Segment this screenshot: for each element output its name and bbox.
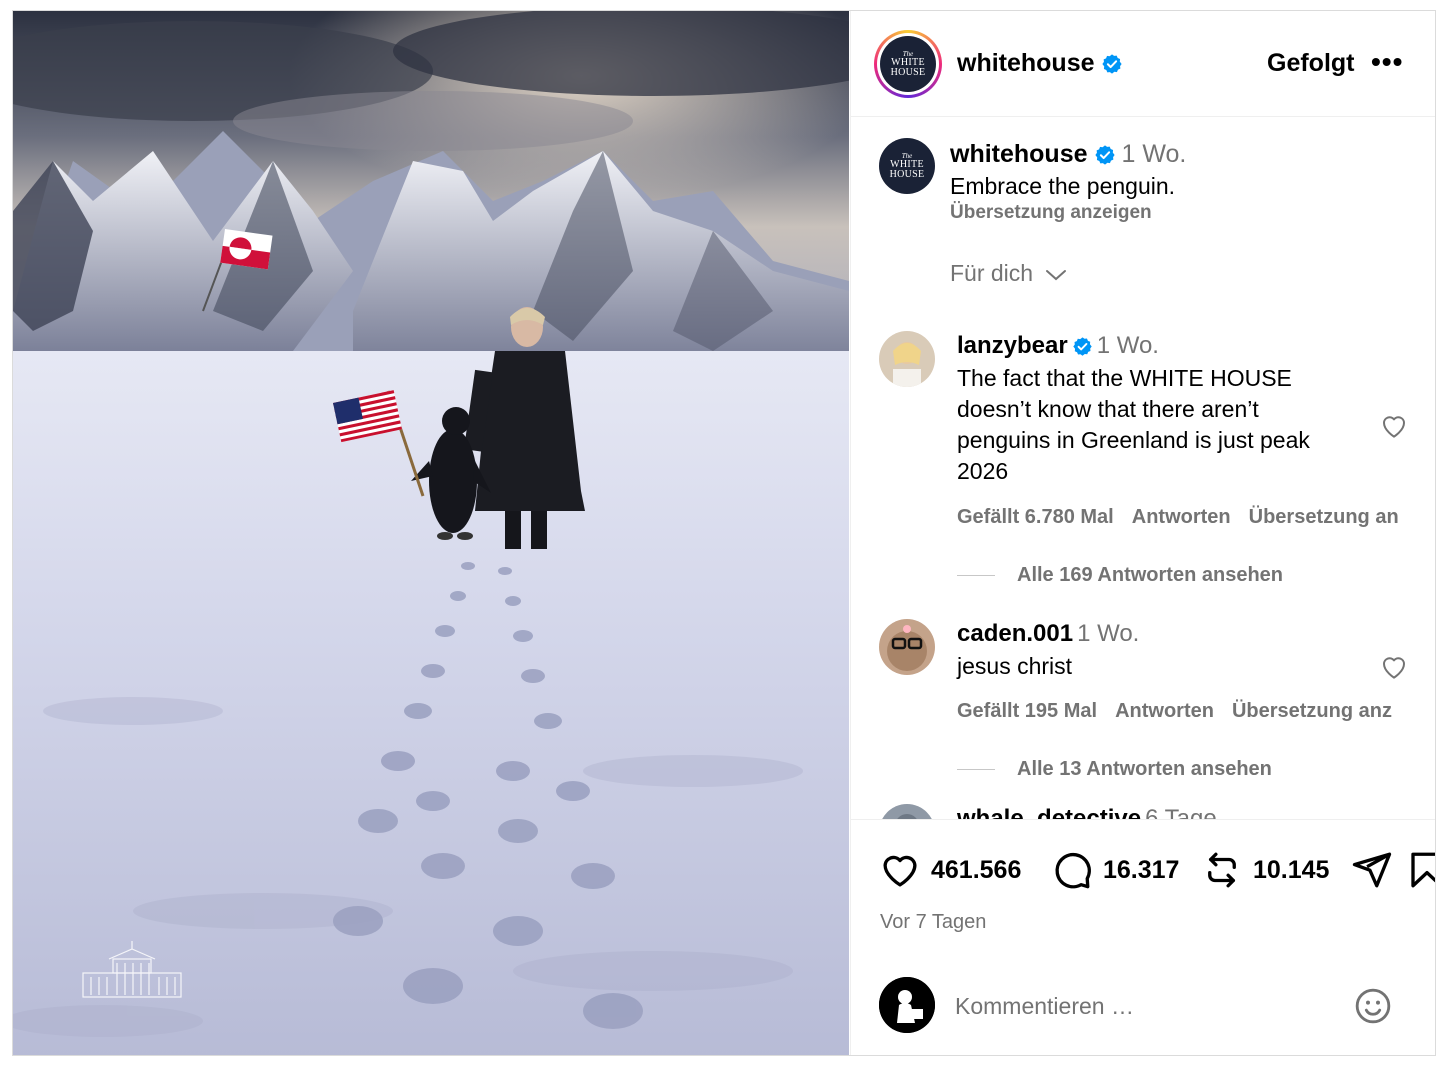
comment-reply-button[interactable]: Antworten [1132, 506, 1231, 528]
caption-username-text[interactable]: whitehouse [950, 140, 1088, 168]
bookmark-icon [1411, 852, 1435, 888]
comment-actions: Gefällt 6.780 Mal Antworten Übersetzung an [957, 506, 1417, 529]
comment-actions: Gefällt 195 Mal Antworten Übersetzung anz [957, 700, 1410, 723]
view-replies-button[interactable]: Alle 13 Antworten ansehen [957, 758, 1272, 781]
view-replies-label: Alle 13 Antworten ansehen [1017, 758, 1272, 780]
reposts-count[interactable]: 10.145 [1253, 856, 1329, 885]
comment-avatar[interactable] [879, 331, 935, 387]
comment-like-heart-icon[interactable] [1379, 411, 1409, 441]
verified-badge-icon [1094, 145, 1115, 166]
repost-icon [1208, 852, 1236, 888]
heart-icon [883, 855, 917, 887]
verified-badge-icon [1101, 54, 1122, 75]
comment-sort-label: Für dich [950, 260, 1034, 286]
caption-text: Embrace the penguin. [950, 173, 1176, 199]
comment-username-text[interactable]: caden.001 [957, 620, 1073, 647]
comment-username[interactable]: lanzybear 1 Wo. [957, 332, 1159, 360]
header-username-text[interactable]: whitehouse [957, 49, 1095, 77]
comment-composer [851, 951, 1435, 1055]
share-button[interactable] [1351, 849, 1393, 891]
comment-username[interactable]: caden.001 1 Wo. [957, 620, 1139, 648]
comment-icon [1055, 852, 1091, 889]
more-options-button[interactable]: ••• [1371, 48, 1403, 76]
view-replies-button[interactable]: Alle 169 Antworten ansehen [957, 564, 1283, 587]
current-user-avatar[interactable] [879, 977, 935, 1033]
comment-avatar[interactable] [879, 804, 935, 819]
replies-divider [957, 575, 995, 577]
caption-username[interactable]: whitehouse 1 Wo. [950, 140, 1186, 169]
comment-time[interactable]: 6 Tage [1145, 805, 1217, 819]
caption-avatar[interactable]: The WHITE HOUSE [879, 138, 935, 194]
comment-button[interactable]: 16.317 [1051, 849, 1179, 891]
comment-likes-count[interactable]: Gefällt 195 Mal [957, 700, 1097, 722]
post-header: The WHITE HOUSE whitehouse Gefolgt ••• [851, 11, 1435, 117]
chevron-down-icon [1046, 269, 1067, 281]
comment-username-text[interactable]: lanzybear [957, 332, 1068, 359]
likes-count[interactable]: 461.566 [931, 856, 1021, 885]
comment-translate-link[interactable]: Übersetzung an [1249, 506, 1399, 528]
comment-like-heart-icon[interactable] [1379, 652, 1409, 682]
emoji-icon[interactable] [1353, 986, 1393, 1026]
post-date[interactable]: Vor 7 Tagen [880, 911, 986, 934]
like-button[interactable]: 461.566 [879, 849, 1021, 891]
share-icon [1352, 852, 1392, 888]
comment-sort-dropdown[interactable]: Für dich [950, 260, 1067, 287]
comment-username[interactable]: whale_detective 6 Tage [957, 805, 1217, 819]
comment-time[interactable]: 1 Wo. [1097, 332, 1159, 359]
comment-text: The fact that the WHITE HOUSE doesn’t kn… [957, 365, 1310, 484]
post-illustration [13, 11, 849, 1055]
comment-reply-button[interactable]: Antworten [1115, 700, 1214, 722]
comments-list[interactable]: The WHITE HOUSE whitehouse 1 Wo. Embrace th… [851, 118, 1435, 820]
post-action-bar: 461.566 16.317 10.145 Vor 7 Tagen [851, 821, 1435, 941]
view-replies-label: Alle 169 Antworten ansehen [1017, 564, 1283, 586]
save-button[interactable] [1406, 849, 1435, 891]
repost-button[interactable]: 10.145 [1201, 849, 1329, 891]
post-image[interactable] [13, 11, 849, 1055]
following-button[interactable]: Gefolgt [1267, 49, 1355, 78]
whitehouse-avatar: The WHITE HOUSE [880, 36, 936, 92]
post-dialog: The WHITE HOUSE whitehouse Gefolgt ••• The… [12, 10, 1436, 1056]
verified-badge-icon [1073, 337, 1092, 356]
post-side-panel: The WHITE HOUSE whitehouse Gefolgt ••• The… [850, 11, 1435, 1055]
comment-time[interactable]: 1 Wo. [1077, 620, 1139, 647]
comments-count[interactable]: 16.317 [1103, 856, 1179, 885]
caption-translate-link[interactable]: Übersetzung anzeigen [950, 202, 1152, 224]
comment-likes-count[interactable]: Gefällt 6.780 Mal [957, 506, 1114, 528]
story-ring[interactable]: The WHITE HOUSE [874, 30, 942, 98]
comment-avatar[interactable] [879, 619, 935, 675]
comment-input[interactable] [955, 986, 1335, 1026]
comment-username-text[interactable]: whale_detective [957, 805, 1141, 819]
header-username[interactable]: whitehouse [957, 49, 1123, 78]
replies-divider [957, 769, 995, 771]
greenland-flag [220, 229, 273, 270]
comment-text: jesus christ [957, 653, 1073, 679]
caption-time[interactable]: 1 Wo. [1122, 140, 1187, 168]
comment-translate-link[interactable]: Übersetzung anz [1232, 700, 1392, 722]
